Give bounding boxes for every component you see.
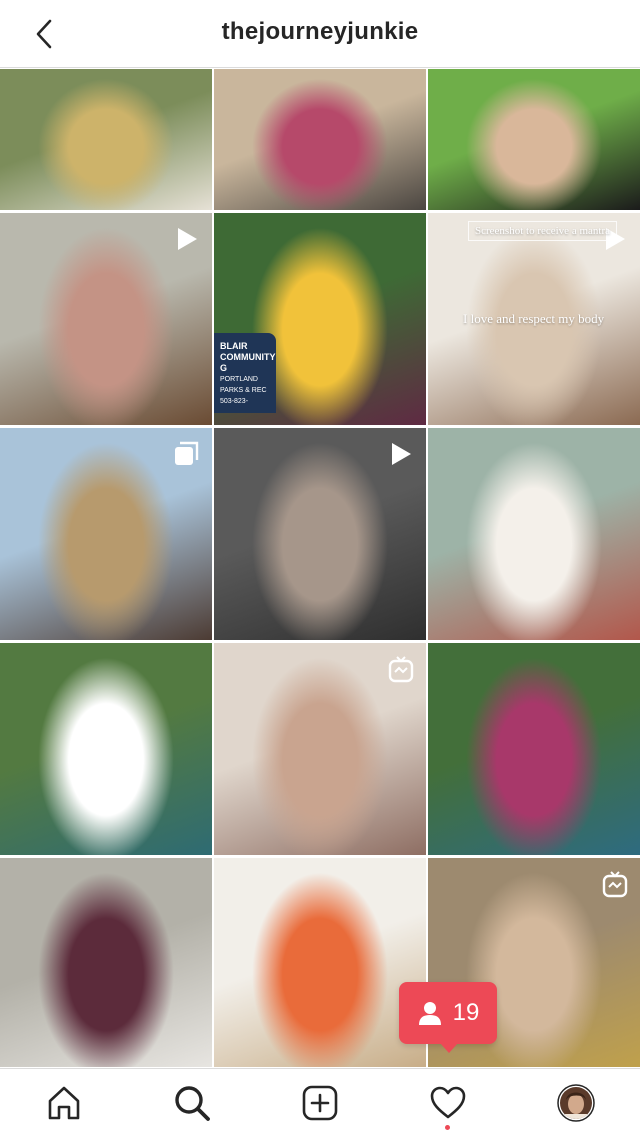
post-image	[214, 69, 426, 210]
mantra-banner-text: Screenshot to receive a mantra	[468, 221, 617, 241]
plus-square-icon	[302, 1085, 338, 1121]
post-thumbnail[interactable]	[428, 428, 640, 640]
post-thumbnail[interactable]	[0, 213, 212, 425]
posts-grid: BLAIR COMMUNITY G PORTLAND PARKS & REC 503-…	[0, 69, 640, 1067]
post-thumbnail[interactable]: BLAIR COMMUNITY G PORTLAND PARKS & REC 503-…	[214, 213, 426, 425]
post-thumbnail[interactable]	[0, 69, 212, 210]
activity-button[interactable]	[428, 1083, 468, 1123]
post-image	[0, 643, 212, 855]
park-sign-line: BLAIR	[220, 341, 248, 351]
new-post-button[interactable]	[300, 1083, 340, 1123]
post-thumbnail[interactable]	[214, 643, 426, 855]
igtv-badge-icon	[602, 870, 628, 903]
mantra-line-text: I love and respect my body	[463, 311, 605, 326]
park-sign-line: COMMUNITY G	[220, 352, 276, 373]
carousel-badge-icon	[172, 440, 200, 473]
post-image	[428, 643, 640, 855]
post-thumbnail[interactable]	[0, 643, 212, 855]
video-badge-icon	[386, 440, 414, 473]
top-bar: thejourneyjunkie	[0, 0, 640, 68]
post-thumbnail[interactable]: Screenshot to receive a mantra I love and…	[428, 213, 640, 425]
bottom-nav	[0, 1068, 640, 1138]
park-sign: BLAIR COMMUNITY G PORTLAND PARKS & REC 503-…	[214, 333, 276, 413]
home-icon	[48, 1086, 80, 1120]
notification-count: 19	[452, 999, 480, 1026]
post-image	[0, 858, 212, 1067]
post-thumbnail[interactable]	[428, 69, 640, 210]
heart-icon	[430, 1086, 466, 1119]
igtv-badge-icon	[388, 655, 414, 688]
post-image	[214, 858, 426, 1067]
post-thumbnail[interactable]	[214, 858, 426, 1067]
video-badge-icon	[172, 225, 200, 258]
page-title: thejourneyjunkie	[221, 18, 419, 45]
post-thumbnail[interactable]	[214, 428, 426, 640]
post-thumbnail[interactable]	[0, 858, 212, 1067]
follower-notification-badge[interactable]: 19	[399, 982, 497, 1053]
post-image	[428, 428, 640, 640]
profile-button[interactable]	[556, 1083, 596, 1123]
post-thumbnail[interactable]	[214, 69, 426, 210]
person-icon	[418, 1002, 441, 1025]
park-sign-line: 503-823-	[220, 398, 249, 405]
post-thumbnail[interactable]	[428, 643, 640, 855]
home-button[interactable]	[44, 1083, 84, 1123]
search-button[interactable]	[172, 1083, 212, 1123]
post-image	[0, 69, 212, 210]
activity-dot	[445, 1125, 450, 1130]
post-thumbnail[interactable]	[0, 428, 212, 640]
search-icon	[175, 1086, 210, 1121]
post-image	[428, 69, 640, 210]
park-sign-line: PORTLAND PARKS & REC	[220, 376, 267, 394]
profile-avatar	[557, 1084, 595, 1122]
